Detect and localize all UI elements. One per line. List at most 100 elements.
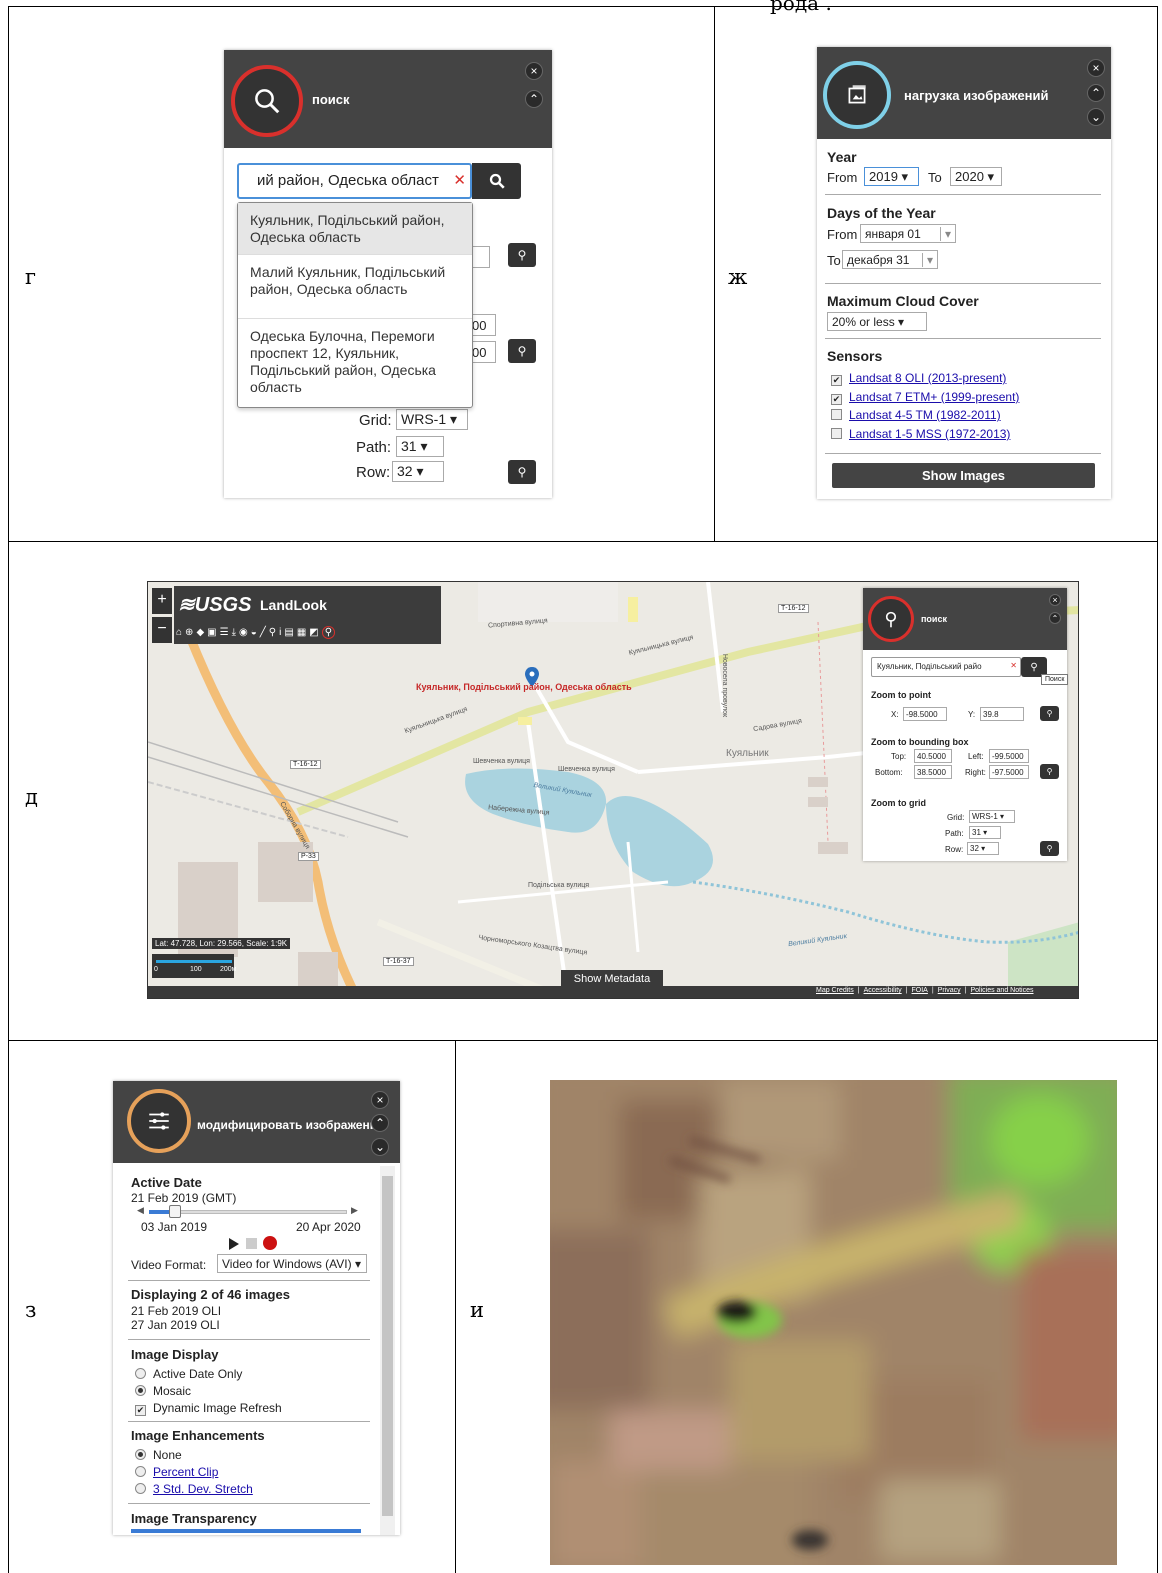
layers-icon[interactable]: ◉ — [239, 627, 248, 638]
suggestion-item[interactable]: Одеська Булочна, Перемоги проспект 12, К… — [238, 318, 472, 402]
close-button[interactable]: × — [1087, 59, 1105, 77]
image-icon[interactable]: ▣ — [207, 627, 216, 638]
sensor-link[interactable]: Landsat 1-5 MSS (1972-2013) — [849, 427, 1010, 441]
suggestion-item[interactable]: Куяльник, Подільський район, Одеська обл… — [238, 203, 472, 254]
zoom-box-button[interactable]: ⚲ — [508, 339, 536, 363]
draw-icon[interactable]: ╱ — [260, 627, 266, 638]
home-icon[interactable]: ⌂ — [176, 627, 182, 638]
map-search-input[interactable]: Куяльник, Подільський райо ✕ — [871, 657, 1021, 677]
radio-link[interactable]: 3 Std. Dev. Stretch — [153, 1482, 253, 1496]
radio-mosaic[interactable]: Mosaic — [135, 1384, 191, 1398]
sensor-item[interactable]: Landsat 1-5 MSS (1972-2013) — [831, 427, 1010, 441]
slider-right-arrow[interactable]: ▶ — [351, 1205, 358, 1216]
right-input[interactable]: -97.5000 — [989, 765, 1029, 779]
sensor-link[interactable]: Landsat 8 OLI (2013-present) — [849, 371, 1006, 385]
footer-link[interactable]: Privacy — [938, 987, 961, 994]
video-format-select[interactable]: Video for Windows (AVI) ▾ — [217, 1254, 367, 1273]
radio-button[interactable] — [135, 1466, 146, 1477]
expand-button[interactable]: ⌄ — [371, 1138, 389, 1156]
footer-link[interactable]: Map Credits — [816, 987, 854, 994]
footer-link[interactable]: Policies and Notices — [970, 987, 1033, 994]
days-from-select[interactable]: января 01 ▾ — [860, 224, 956, 243]
checkbox-dynamic-refresh[interactable]: ✔ Dynamic Image Refresh — [135, 1401, 282, 1416]
sliders-icon[interactable]: ☰ — [220, 627, 229, 638]
transparency-slider[interactable] — [131, 1529, 361, 1533]
radio-button[interactable] — [135, 1385, 146, 1396]
search-button[interactable] — [472, 163, 521, 199]
map-search-ring[interactable]: ⚲ — [868, 596, 914, 642]
stop-button[interactable] — [246, 1238, 257, 1249]
search-icon[interactable]: ⚲ — [321, 625, 336, 639]
scrollbar-thumb[interactable] — [382, 1176, 393, 1516]
path-select[interactable]: 31 ▾ — [396, 436, 444, 457]
close-button[interactable]: × — [1049, 594, 1061, 606]
search-input[interactable]: ий район, Одеська област ✕ — [237, 163, 472, 199]
grid-select[interactable]: WRS-1 ▾ — [969, 810, 1015, 823]
sensor-link[interactable]: Landsat 7 ETM+ (1999-present) — [849, 390, 1019, 404]
bookmark-icon[interactable]: ▤ — [284, 627, 293, 638]
sensor-checkbox[interactable]: ✔ — [831, 394, 842, 405]
modify-panel-ring[interactable] — [127, 1089, 191, 1153]
map-view[interactable]: Спортивна вулиця Куяльницька вулиця Куял… — [147, 581, 1079, 999]
suggestion-item[interactable]: Малий Куяльник, Подільський район, Одесь… — [238, 254, 472, 318]
row-select[interactable]: 32 ▾ — [967, 842, 999, 855]
sensor-item[interactable]: ✔ Landsat 8 OLI (2013-present) — [831, 371, 1006, 386]
radio-button[interactable] — [135, 1449, 146, 1460]
collapse-button[interactable]: ⌃ — [1087, 84, 1105, 102]
expand-button[interactable]: ⌄ — [1087, 108, 1105, 126]
slider-left-arrow[interactable]: ◀ — [137, 1205, 144, 1216]
clear-icon[interactable]: ✕ — [1010, 661, 1017, 670]
bottom-input[interactable]: 38.5000 — [914, 765, 952, 779]
tag-icon[interactable]: ◆ — [196, 627, 204, 638]
search-panel-ring[interactable] — [231, 65, 303, 137]
sensor-item[interactable]: ✔ Landsat 7 ETM+ (1999-present) — [831, 390, 1019, 405]
show-images-button[interactable]: Show Images — [832, 463, 1095, 488]
checkbox[interactable]: ✔ — [135, 1405, 146, 1416]
measure-icon[interactable]: ⚲ — [269, 627, 276, 638]
collapse-button[interactable]: ⌃ — [1049, 612, 1061, 624]
save-icon[interactable]: ▦ — [297, 627, 306, 638]
sensor-checkbox[interactable] — [831, 409, 842, 420]
radio-none[interactable]: None — [135, 1448, 182, 1462]
grid-select[interactable]: WRS-1 ▾ — [396, 409, 468, 430]
radio-std-dev[interactable]: 3 Std. Dev. Stretch — [135, 1482, 253, 1496]
path-select[interactable]: 31 ▾ — [969, 826, 1001, 839]
record-button[interactable] — [263, 1236, 277, 1250]
play-button[interactable] — [229, 1238, 239, 1250]
radio-link[interactable]: Percent Clip — [153, 1465, 218, 1479]
top-input[interactable]: 40.5000 — [914, 749, 952, 763]
edit-icon[interactable]: ◩ — [309, 627, 318, 638]
left-input[interactable]: -99.5000 — [989, 749, 1029, 763]
row-select[interactable]: 32 ▾ — [392, 461, 444, 482]
clear-icon[interactable]: ✕ — [453, 171, 466, 189]
days-to-select[interactable]: декабря 31 ▾ — [842, 250, 938, 269]
cloud-select[interactable]: 20% or less ▾ — [827, 312, 927, 331]
collapse-button[interactable]: ⌃ — [525, 90, 543, 108]
zoom-in-button[interactable]: + — [152, 588, 172, 614]
year-from-select[interactable]: 2019 ▾ — [864, 167, 919, 186]
radio-button[interactable] — [135, 1483, 146, 1494]
print-icon[interactable]: ◒ — [251, 627, 257, 638]
info-icon[interactable]: i — [279, 627, 281, 638]
sensor-link[interactable]: Landsat 4-5 TM (1982-2011) — [849, 408, 1001, 422]
sensor-checkbox[interactable] — [831, 428, 842, 439]
slider-handle[interactable] — [169, 1205, 181, 1218]
zoom-box-button[interactable]: ⚲ — [1040, 764, 1059, 779]
zoom-grid-button[interactable]: ⚲ — [508, 460, 536, 484]
load-panel-ring[interactable] — [823, 61, 891, 129]
sensor-item[interactable]: Landsat 4-5 TM (1982-2011) — [831, 408, 1001, 422]
footer-link[interactable]: Accessibility — [864, 987, 902, 994]
zoom-point-button[interactable]: ⚲ — [508, 243, 536, 267]
collapse-button[interactable]: ⌃ — [371, 1114, 389, 1132]
radio-active-date-only[interactable]: Active Date Only — [135, 1367, 242, 1381]
sensor-checkbox[interactable]: ✔ — [831, 375, 842, 386]
close-button[interactable]: × — [525, 62, 543, 80]
close-button[interactable]: × — [371, 1091, 389, 1109]
zoom-grid-button[interactable]: ⚲ — [1040, 841, 1059, 856]
y-input[interactable]: 39.8 — [980, 707, 1024, 721]
zoom-point-button[interactable]: ⚲ — [1040, 706, 1059, 721]
radio-percent-clip[interactable]: Percent Clip — [135, 1465, 218, 1479]
download-icon[interactable]: ⤓ — [232, 627, 236, 638]
locate-icon[interactable]: ⊕ — [185, 627, 193, 638]
x-input[interactable]: -98.5000 — [903, 707, 947, 721]
